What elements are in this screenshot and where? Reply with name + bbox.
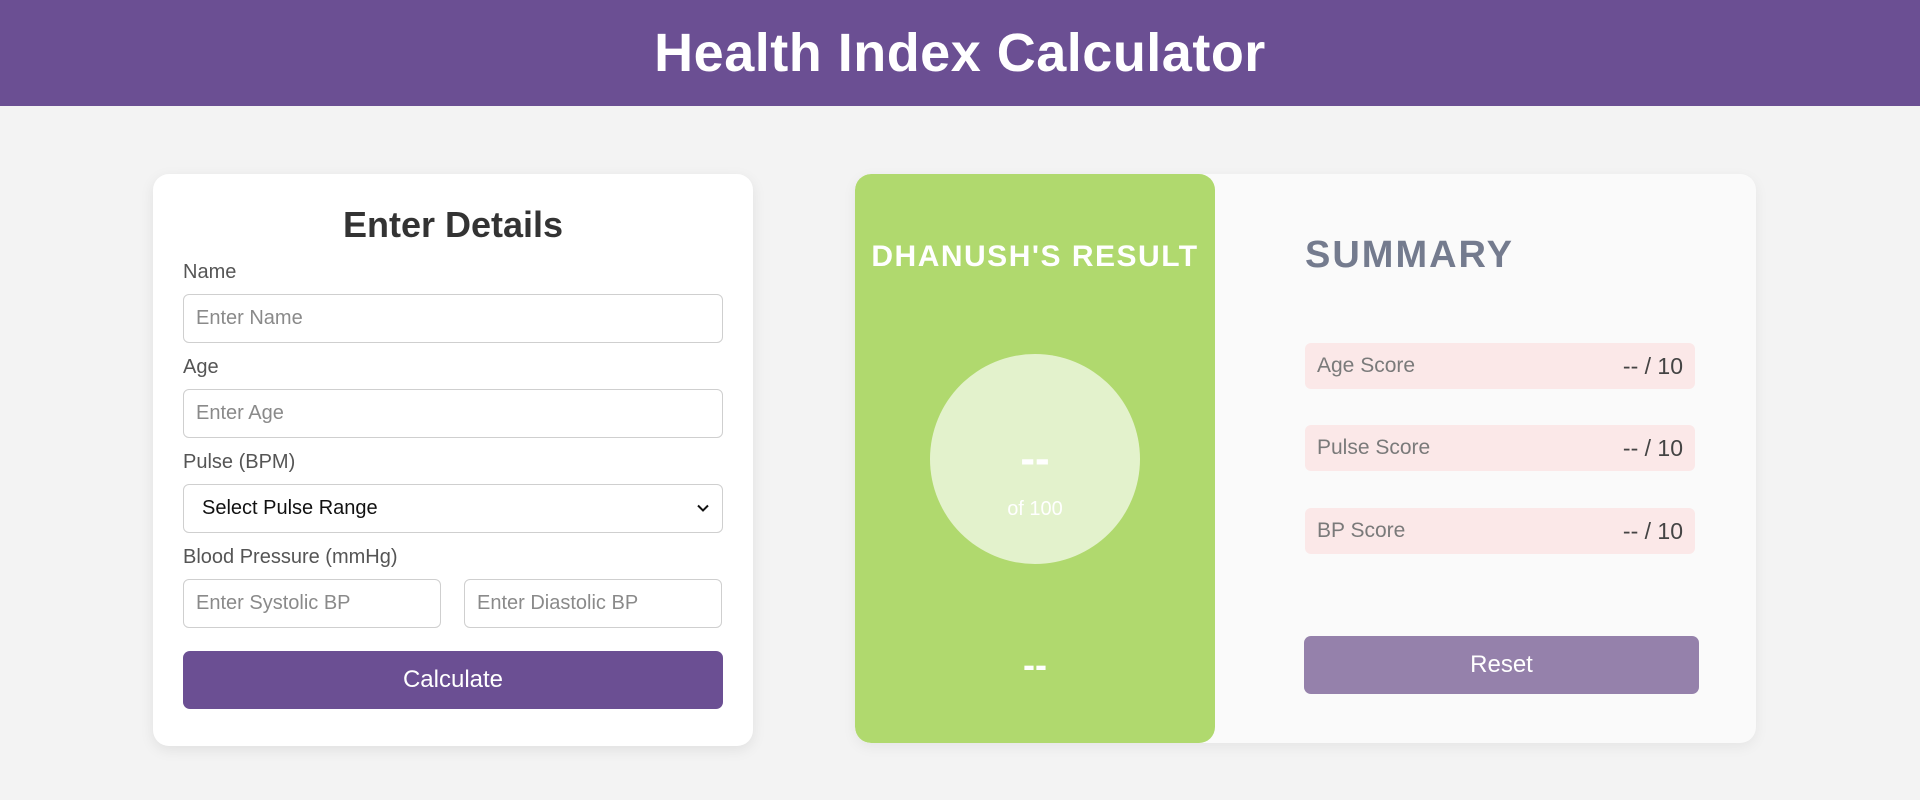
chevron-down-icon (697, 504, 709, 512)
pulse-score-value: -- / 10 (1622, 434, 1683, 461)
score-circle: -- of 100 (930, 354, 1140, 564)
bp-score-value: -- / 10 (1622, 517, 1683, 544)
systolic-input[interactable] (183, 579, 441, 628)
bp-score-label: BP Score (1317, 519, 1406, 542)
age-label: Age (183, 356, 219, 378)
pulse-score-label: Pulse Score (1317, 436, 1431, 459)
name-input[interactable] (183, 294, 723, 343)
bp-inputs-row (183, 579, 723, 628)
app-header: Health Index Calculator (0, 0, 1920, 106)
name-label: Name (183, 261, 237, 283)
page-title: Health Index Calculator (654, 23, 1266, 83)
pulse-label: Pulse (BPM) (183, 451, 296, 473)
age-score-value: -- / 10 (1622, 352, 1683, 379)
age-score-row: Age Score -- / 10 (1305, 343, 1695, 389)
result-card: DHANUSH'S RESULT -- of 100 -- SUMMARY Ag… (855, 174, 1756, 743)
score-of-label: of 100 (1007, 498, 1063, 520)
score-value: -- (1020, 434, 1050, 483)
summary-title: SUMMARY (1305, 234, 1514, 276)
diastolic-input[interactable] (464, 579, 722, 628)
age-score-label: Age Score (1317, 354, 1416, 377)
form-title: Enter Details (342, 204, 564, 245)
details-form-card: Enter Details Name Age Pulse (BPM) Selec… (153, 174, 753, 746)
age-input[interactable] (183, 389, 723, 438)
pulse-select[interactable]: Select Pulse Range (183, 484, 723, 533)
calculate-button[interactable]: Calculate (183, 651, 723, 709)
pulse-select-value: Select Pulse Range (202, 497, 378, 519)
bp-score-row: BP Score -- / 10 (1305, 508, 1695, 554)
bp-label: Blood Pressure (mmHg) (183, 546, 398, 568)
result-title: DHANUSH'S RESULT (871, 240, 1199, 273)
pulse-score-row: Pulse Score -- / 10 (1305, 425, 1695, 471)
result-panel: DHANUSH'S RESULT -- of 100 -- (855, 174, 1215, 743)
result-status: -- (1023, 644, 1047, 685)
reset-button[interactable]: Reset (1304, 636, 1699, 694)
